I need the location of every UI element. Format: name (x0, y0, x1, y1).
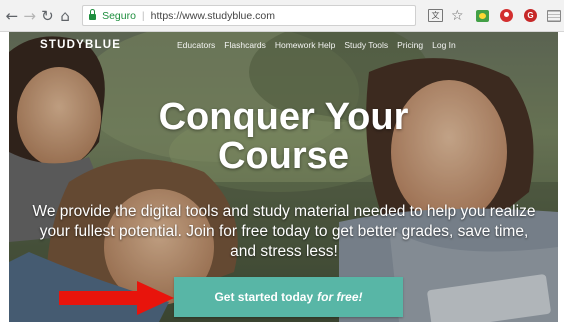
site-logo[interactable]: STUDYBLUE (40, 39, 121, 51)
headline-line-2: Course (218, 135, 349, 177)
browser-toolbar: ← → ↻ ⌂ Seguro | https://www.studyblue.c… (0, 0, 564, 32)
forward-icon[interactable]: → (21, 5, 39, 27)
reload-icon[interactable]: ↻ (39, 5, 57, 27)
back-icon[interactable]: ← (3, 5, 21, 27)
cta-italic-text: for free! (317, 290, 363, 304)
address-separator: | (141, 9, 145, 22)
nav-link-flashcards[interactable]: Flashcards (224, 40, 266, 50)
secure-label: Seguro (102, 9, 136, 22)
bookmark-star-icon[interactable]: ☆ (447, 5, 467, 27)
red-extension-icon[interactable] (497, 5, 517, 27)
hero-section: STUDYBLUE Educators Flashcards Homework … (9, 32, 558, 322)
address-bar[interactable]: Seguro | https://www.studyblue.com (82, 5, 416, 26)
menu-icon[interactable] (544, 5, 564, 27)
nav-links: Educators Flashcards Homework Help Study… (177, 40, 456, 50)
lock-icon (89, 9, 97, 20)
get-started-button[interactable]: Get started today for free! (174, 277, 403, 317)
hero-subtext: We provide the digital tools and study m… (32, 203, 536, 260)
home-icon[interactable]: ⌂ (56, 5, 74, 27)
url-text: https://www.studyblue.com (150, 9, 275, 22)
nav-link-educators[interactable]: Educators (177, 40, 215, 50)
red-arrow-icon (59, 281, 174, 315)
green-extension-icon[interactable] (473, 5, 493, 27)
cta-main-text: Get started today (214, 290, 314, 304)
red-extension-icon-2[interactable]: G (521, 5, 541, 27)
headline-line-1: Conquer Your (158, 96, 409, 138)
nav-link-study-tools[interactable]: Study Tools (344, 40, 388, 50)
nav-link-homework-help[interactable]: Homework Help (275, 40, 335, 50)
nav-link-log-in[interactable]: Log In (432, 40, 456, 50)
screenshot-frame: ← → ↻ ⌂ Seguro | https://www.studyblue.c… (0, 0, 564, 322)
site-navbar: STUDYBLUE Educators Flashcards Homework … (9, 32, 558, 58)
translate-icon[interactable]: 文 (426, 5, 446, 27)
nav-link-pricing[interactable]: Pricing (397, 40, 423, 50)
hero-headline: Conquer Your Course (9, 98, 558, 176)
